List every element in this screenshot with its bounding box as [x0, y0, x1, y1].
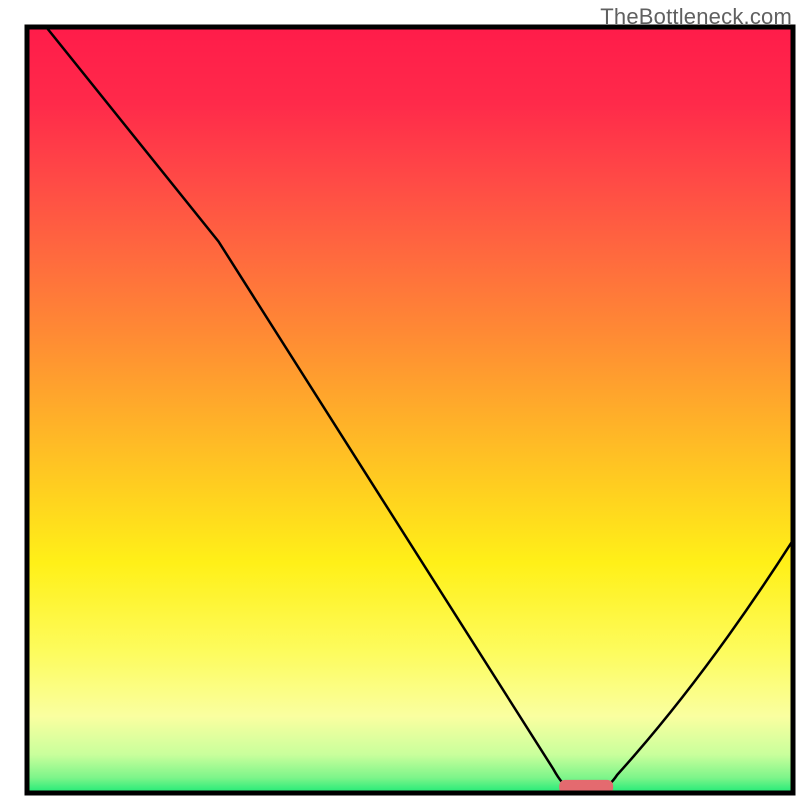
watermark-text: TheBottleneck.com [600, 4, 792, 30]
gradient-background [27, 27, 793, 793]
chart-svg [0, 0, 800, 800]
chart-container: { "watermark": "TheBottleneck.com", "cha… [0, 0, 800, 800]
